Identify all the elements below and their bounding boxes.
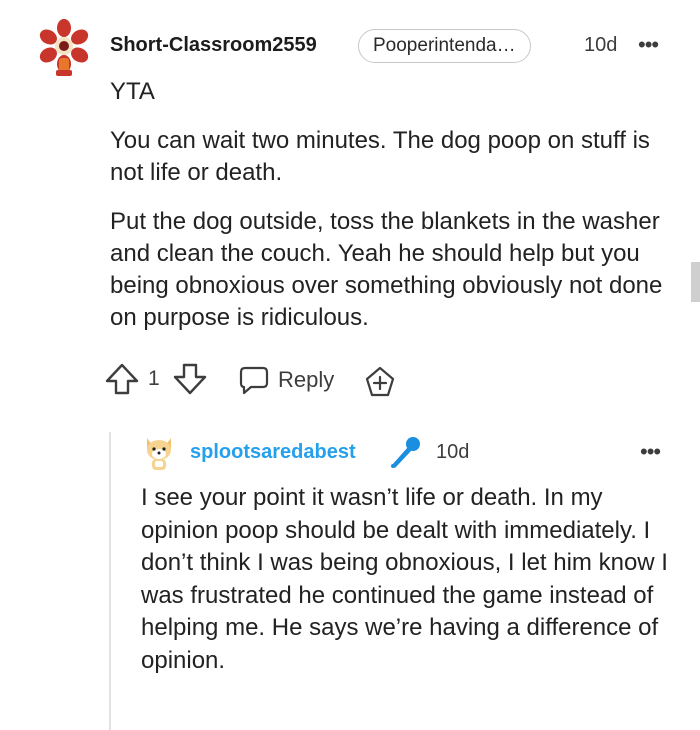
user-flair: Pooperintenda… bbox=[358, 29, 531, 63]
reply-username[interactable]: splootsaredabest bbox=[190, 441, 356, 464]
more-options-icon[interactable]: ••• bbox=[640, 439, 661, 465]
vote-count: 1 bbox=[148, 367, 160, 390]
downvote-button[interactable] bbox=[172, 362, 208, 396]
speech-bubble-icon bbox=[239, 366, 269, 395]
op-badge bbox=[386, 436, 422, 470]
user-avatar[interactable] bbox=[34, 18, 94, 78]
demogorgon-avatar-icon bbox=[39, 19, 89, 76]
shiba-dog-avatar-icon bbox=[147, 438, 171, 470]
comment-username[interactable]: Short-Classroom2559 bbox=[110, 34, 317, 57]
reply-body: I see your point it wasn’t life or death… bbox=[141, 484, 668, 674]
thread-line[interactable] bbox=[109, 432, 111, 730]
comment-paragraph: You can wait two minutes. The dog poop o… bbox=[110, 127, 650, 186]
scrollbar[interactable] bbox=[691, 262, 700, 302]
comment-body: YTA You can wait two minutes. The dog po… bbox=[110, 76, 680, 351]
reply-label: Reply bbox=[278, 367, 335, 392]
microphone-icon bbox=[391, 437, 420, 468]
reply-timestamp: 10d bbox=[436, 441, 470, 463]
upvote-button[interactable] bbox=[104, 362, 140, 396]
comment-timestamp: 10d bbox=[584, 34, 618, 56]
arrow-down-icon bbox=[173, 363, 207, 395]
comment-paragraph: Put the dog outside, toss the blankets i… bbox=[110, 208, 663, 331]
plus-award-icon bbox=[365, 366, 395, 397]
reply-avatar[interactable] bbox=[141, 432, 177, 472]
arrow-up-icon bbox=[105, 363, 139, 395]
award-button[interactable] bbox=[364, 366, 396, 398]
reply-button[interactable]: Reply bbox=[238, 362, 334, 398]
more-options-icon[interactable]: ••• bbox=[638, 32, 659, 58]
comment-paragraph: YTA bbox=[110, 78, 155, 105]
